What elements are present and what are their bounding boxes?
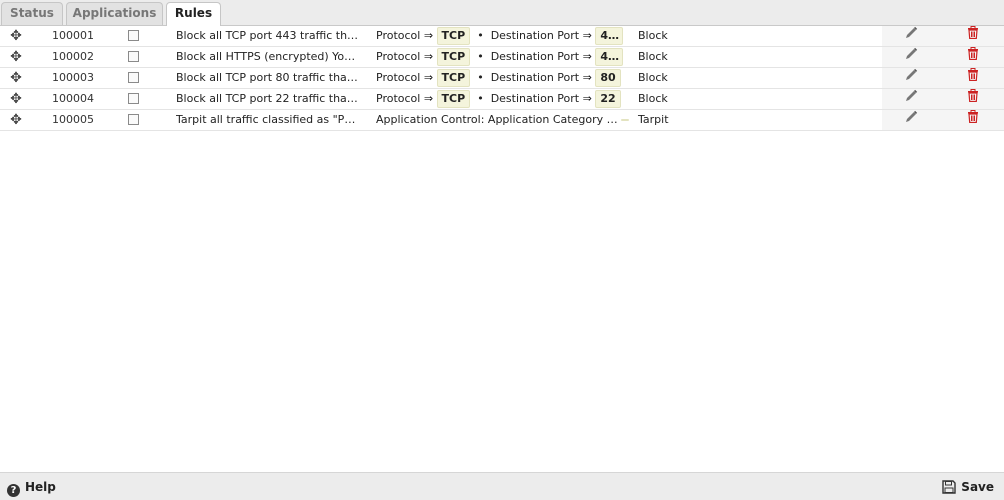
tab-bar: Status Applications Rules <box>0 0 1004 26</box>
enabled-checkbox[interactable] <box>128 114 139 125</box>
port-value: 80 <box>595 69 621 87</box>
tab-rules[interactable]: Rules <box>166 2 221 26</box>
trash-icon[interactable] <box>964 89 982 109</box>
row-actions-cell <box>882 26 1004 46</box>
rule-id: 100001 <box>52 29 94 42</box>
row-actions-cell <box>882 68 1004 88</box>
enabled-checkbox[interactable] <box>128 51 139 62</box>
rule-description: Block all TCP port 22 traffic tha… <box>176 92 358 105</box>
condition-value <box>621 119 630 121</box>
rule-description: Tarpit all traffic classified as "P… <box>176 113 356 126</box>
enabled-checkbox[interactable] <box>128 93 139 104</box>
trash-icon[interactable] <box>964 68 982 88</box>
help-button[interactable]: ? Help <box>7 478 56 497</box>
table-row: ✥ 100003 Block all TCP port 80 traffic t… <box>0 68 1004 89</box>
rule-description: Block all TCP port 443 traffic th… <box>176 29 359 42</box>
rule-conditions: Protocol ⇒ TCP • Destination Port ⇒ 22 <box>376 89 632 109</box>
protocol-label: Protocol ⇒ <box>376 92 434 105</box>
port-label: Destination Port ⇒ <box>490 92 592 105</box>
trash-icon[interactable] <box>964 26 982 46</box>
rule-id: 100005 <box>52 113 94 126</box>
protocol-label: Protocol ⇒ <box>376 71 434 84</box>
row-actions-cell <box>882 89 1004 109</box>
enabled-checkbox[interactable] <box>128 30 139 41</box>
separator: • <box>477 50 484 63</box>
save-button[interactable]: Save <box>942 478 994 496</box>
rule-id: 100003 <box>52 71 94 84</box>
port-label: Destination Port ⇒ <box>490 50 592 63</box>
move-icon[interactable]: ✥ <box>8 89 24 109</box>
protocol-label: Protocol ⇒ <box>376 29 434 42</box>
rule-description: Block all HTTPS (encrypted) Yo… <box>176 50 356 63</box>
move-icon[interactable]: ✥ <box>8 110 24 130</box>
separator: • <box>477 92 484 105</box>
move-icon[interactable]: ✥ <box>8 47 24 67</box>
table-row: ✥ 100004 Block all TCP port 22 traffic t… <box>0 89 1004 110</box>
footer-bar: ? Help Save <box>0 472 1004 500</box>
pencil-icon[interactable] <box>902 68 920 88</box>
move-icon[interactable]: ✥ <box>8 26 24 46</box>
rule-action: Block <box>638 29 668 42</box>
rules-table: ✥ 100001 Block all TCP port 443 traffic … <box>0 26 1004 131</box>
pencil-icon[interactable] <box>902 89 920 109</box>
rule-action: Block <box>638 71 668 84</box>
rule-conditions: Protocol ⇒ TCP • Destination Port ⇒ 443 <box>376 47 632 67</box>
port-label: Destination Port ⇒ <box>490 29 592 42</box>
port-value: 443 <box>595 27 624 45</box>
move-icon[interactable]: ✥ <box>8 68 24 88</box>
rule-id: 100002 <box>52 50 94 63</box>
row-actions-cell <box>882 47 1004 67</box>
protocol-value: TCP <box>436 90 471 108</box>
protocol-value: TCP <box>436 69 471 87</box>
pencil-icon[interactable] <box>902 26 920 46</box>
protocol-value: TCP <box>436 27 471 45</box>
rule-description: Block all TCP port 80 traffic tha… <box>176 71 358 84</box>
table-row: ✥ 100001 Block all TCP port 443 traffic … <box>0 26 1004 47</box>
pencil-icon[interactable] <box>902 110 920 130</box>
enabled-checkbox[interactable] <box>128 72 139 83</box>
separator: • <box>477 29 484 42</box>
pencil-icon[interactable] <box>902 47 920 67</box>
condition-text: Application Control: Application Categor… <box>376 113 618 126</box>
table-row: ✥ 100002 Block all HTTPS (encrypted) Yo…… <box>0 47 1004 68</box>
rule-action: Block <box>638 50 668 63</box>
protocol-value: TCP <box>436 48 471 66</box>
separator: • <box>477 71 484 84</box>
tab-applications[interactable]: Applications <box>66 2 163 25</box>
rule-action: Block <box>638 92 668 105</box>
port-label: Destination Port ⇒ <box>490 71 592 84</box>
trash-icon[interactable] <box>964 47 982 67</box>
save-label: Save <box>961 480 994 494</box>
floppy-disk-icon <box>942 480 961 494</box>
port-value: 443 <box>595 48 624 66</box>
rule-action: Tarpit <box>638 113 669 126</box>
port-value: 22 <box>595 90 621 108</box>
tab-status[interactable]: Status <box>1 2 63 25</box>
rule-conditions: Protocol ⇒ TCP • Destination Port ⇒ 443 <box>376 26 632 46</box>
help-icon: ? <box>7 484 20 497</box>
trash-icon[interactable] <box>964 110 982 130</box>
row-actions-cell <box>882 110 1004 130</box>
protocol-label: Protocol ⇒ <box>376 50 434 63</box>
rule-conditions: Application Control: Application Categor… <box>376 110 632 130</box>
help-label: Help <box>25 480 56 494</box>
rule-conditions: Protocol ⇒ TCP • Destination Port ⇒ 80 <box>376 68 632 88</box>
rule-id: 100004 <box>52 92 94 105</box>
table-row: ✥ 100005 Tarpit all traffic classified a… <box>0 110 1004 131</box>
